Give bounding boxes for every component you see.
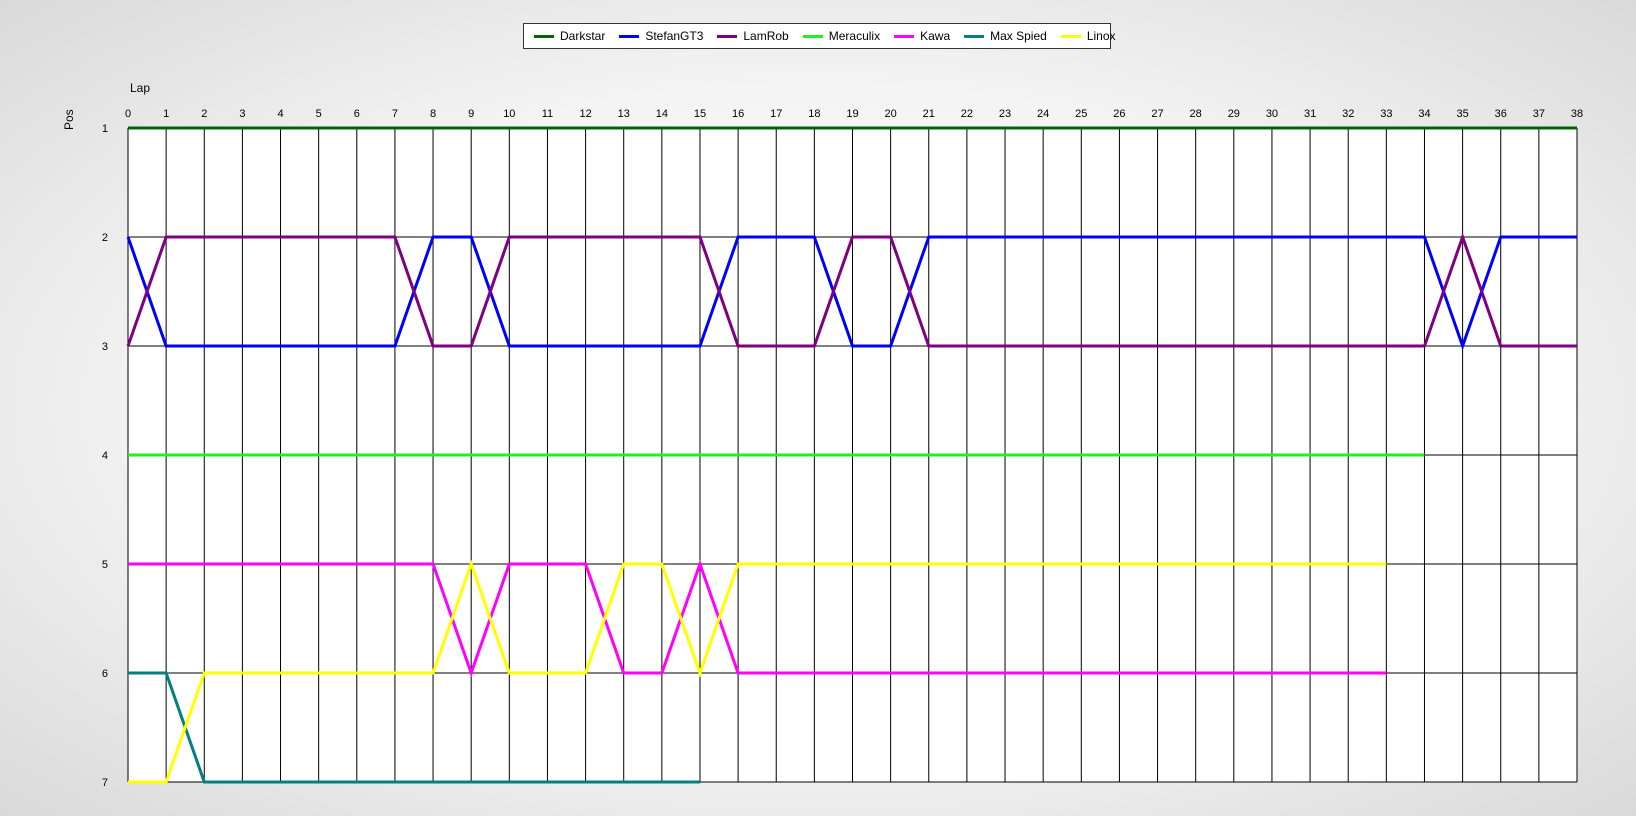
- x-tick-label: 16: [732, 108, 744, 120]
- x-tick-label: 9: [468, 108, 474, 120]
- x-tick-label: 5: [316, 108, 322, 120]
- x-tick-label: 1: [163, 108, 169, 120]
- y-tick-label: 3: [102, 341, 108, 353]
- legend-label: Meraculix: [828, 29, 881, 43]
- legend-swatch: [534, 34, 554, 38]
- x-tick-label: 30: [1266, 108, 1278, 120]
- y-tick-labels: 1 2 3 4 5 6 7: [102, 123, 108, 789]
- x-axis-title: Lap: [130, 81, 151, 95]
- x-tick-label: 4: [277, 108, 283, 120]
- y-tick-label: 5: [102, 559, 108, 571]
- x-tick-label: 10: [503, 108, 515, 120]
- legend-item-linox: Linox: [1060, 29, 1116, 43]
- x-tick-label: 7: [392, 108, 398, 120]
- x-tick-label: 37: [1533, 108, 1545, 120]
- legend-swatch: [894, 34, 915, 38]
- x-tick-label: 8: [430, 108, 436, 120]
- x-tick-label: 24: [1037, 108, 1049, 120]
- x-tick-label: 19: [846, 108, 858, 120]
- x-tick-label: 20: [885, 108, 897, 120]
- y-tick-label: 1: [102, 123, 108, 135]
- y-tick-label: 4: [102, 450, 108, 462]
- legend-item-max-spied: Max Spied: [964, 29, 1047, 43]
- y-tick-label: 2: [102, 232, 108, 244]
- legend-item-darkstar: Darkstar: [534, 29, 605, 43]
- x-tick-label: 29: [1228, 108, 1240, 120]
- x-tick-label: 18: [808, 108, 820, 120]
- x-tick-label: 25: [1075, 108, 1087, 120]
- x-tick-label: 12: [579, 108, 591, 120]
- legend-swatch: [964, 34, 985, 38]
- x-tick-label: 34: [1418, 108, 1430, 120]
- x-tick-label: 11: [542, 108, 553, 120]
- legend-label: Kawa: [920, 29, 951, 43]
- x-tick-label: 23: [999, 108, 1011, 120]
- x-tick-label: 2: [201, 108, 207, 120]
- x-tick-labels: 0 1 2 3 4 5 6 7 8 9 10 11 12 13 14 15 16 17 18 19 20 21 22 23 24…: [125, 108, 1583, 120]
- x-tick-label: 35: [1456, 108, 1468, 120]
- legend-item-stefangt3: StefanGT3: [619, 29, 703, 43]
- position-chart: 0 1 2 3 4 5 6 7 8 9 10 11 12 13 14 15 16 17 18 19 20 21 22 23 24…: [102, 108, 1583, 789]
- x-tick-label: 14: [656, 108, 668, 120]
- x-tick-label: 3: [239, 108, 245, 120]
- x-tick-label: 15: [694, 108, 706, 120]
- x-tick-label: 6: [354, 108, 360, 120]
- legend-item-lamrob: LamRob: [717, 29, 789, 43]
- x-tick-label: 21: [923, 108, 935, 120]
- x-tick-label: 31: [1304, 108, 1316, 120]
- x-tick-label: 36: [1495, 108, 1507, 120]
- legend-label: Darkstar: [560, 29, 606, 43]
- x-tick-label: 32: [1342, 108, 1354, 120]
- x-tick-label: 26: [1113, 108, 1125, 120]
- x-tick-label: 17: [770, 108, 782, 120]
- legend-label: Max Spied: [990, 29, 1047, 43]
- x-tick-label: 22: [961, 108, 973, 120]
- y-tick-label: 6: [102, 668, 108, 680]
- legend-item-meraculix: Meraculix: [802, 29, 881, 43]
- x-tick-label: 28: [1190, 108, 1202, 120]
- x-tick-label: 33: [1380, 108, 1392, 120]
- legend-swatch: [717, 34, 738, 38]
- x-tick-label: 38: [1571, 108, 1583, 120]
- y-tick-label: 7: [102, 777, 108, 789]
- legend-label: Linox: [1086, 29, 1116, 43]
- x-tick-label: 0: [125, 108, 131, 120]
- legend-swatch: [1060, 34, 1081, 38]
- legend-swatch: [619, 34, 640, 38]
- x-tick-label: 13: [618, 108, 630, 120]
- x-tick-label: 27: [1151, 108, 1163, 120]
- legend-label: LamRob: [743, 29, 789, 43]
- legend-swatch: [802, 34, 823, 38]
- y-axis-title: Pos: [62, 109, 76, 130]
- chart-legend: Darkstar StefanGT3 LamRob Meraculix Kawa Max …: [523, 23, 1116, 49]
- legend-label: StefanGT3: [645, 29, 704, 43]
- legend-item-kawa: Kawa: [894, 29, 950, 43]
